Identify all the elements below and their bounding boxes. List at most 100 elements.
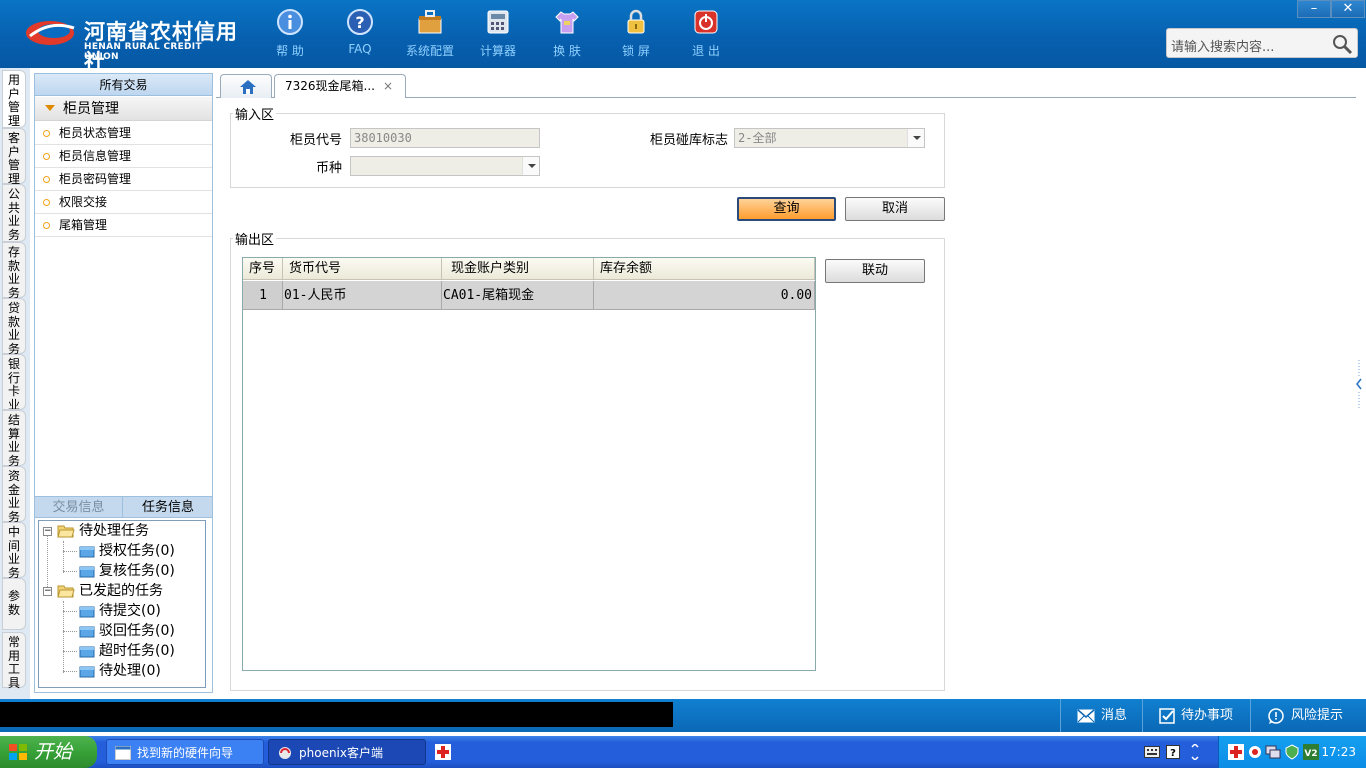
output-area-legend: 输出区 <box>235 233 275 248</box>
taskbar-item-hardware-wizard[interactable]: 找到新的硬件向导 <box>106 739 264 765</box>
teller-code-field[interactable]: 38010030 <box>350 128 540 148</box>
vtab-bank-card-business[interactable]: 银行卡业务 <box>2 354 26 410</box>
exit-button[interactable]: 退 出 <box>676 8 736 60</box>
messages-button[interactable]: 消息 <box>1060 699 1142 732</box>
tree-node-label: 待处理(0) <box>99 663 161 679</box>
vtab-parameters[interactable]: 参数 <box>2 578 26 630</box>
toolbox-icon <box>418 10 442 34</box>
table-cell-index[interactable]: 1 <box>243 281 283 310</box>
tree-node-to-process[interactable]: 待处理(0) <box>79 661 161 681</box>
skin-label: 换 肤 <box>553 44 581 58</box>
search-icon[interactable] <box>1331 33 1353 55</box>
app-icon <box>279 747 291 759</box>
v2-tray-icon[interactable]: V2 <box>1303 744 1319 760</box>
folder-open-icon <box>57 585 75 598</box>
red-cross-tray-icon[interactable] <box>1228 744 1244 760</box>
column-header-cash-account-type[interactable]: 现金账户类别 <box>442 258 594 280</box>
vault-flag-select[interactable]: 2-全部 <box>734 128 925 148</box>
tab-transaction-info[interactable]: 交易信息 <box>35 497 123 518</box>
tree-node-pending-tasks[interactable]: 待处理任务 <box>57 521 149 541</box>
taskbar-item-phoenix-client[interactable]: phoenix客户端 <box>268 739 426 765</box>
menu-group-teller-management[interactable]: 柜员管理 <box>35 97 212 121</box>
start-button[interactable]: 开始 <box>0 736 97 768</box>
tab-task-info[interactable]: 任务信息 <box>124 497 212 518</box>
start-label: 开始 <box>34 741 73 763</box>
home-icon <box>240 80 256 94</box>
tree-node-timeout-tasks[interactable]: 超时任务(0) <box>79 641 175 661</box>
home-tab[interactable] <box>220 74 272 98</box>
red-cross-icon <box>435 744 451 760</box>
lock-screen-button[interactable]: 锁 屏 <box>606 8 666 60</box>
faq-button[interactable]: ? FAQ <box>330 8 390 60</box>
results-grid: 序号 货币代号 现金账户类别 库存余额 1 01-人民币 CA01-尾箱现金 0… <box>242 257 816 671</box>
todo-button[interactable]: 待办事项 <box>1142 699 1250 732</box>
computer-tray-icon[interactable] <box>1265 744 1281 760</box>
security-tray-icon[interactable] <box>1285 744 1299 760</box>
help-tray-icon[interactable]: ? <box>1166 745 1180 759</box>
vtab-user-management[interactable]: 用户管理 <box>2 70 26 128</box>
collapse-toggle-initiated[interactable]: − <box>43 587 52 596</box>
vtab-customer-management[interactable]: 客户管理 <box>2 128 26 185</box>
table-cell-currency-code[interactable]: 01-人民币 <box>283 281 442 310</box>
column-header-stock-balance[interactable]: 库存余额 <box>594 258 815 280</box>
tab-cash-tail-box[interactable]: 7326现金尾箱... × <box>274 74 406 99</box>
vtab-common-tools[interactable]: 常用工具 <box>2 632 26 689</box>
column-header-currency-code[interactable]: 货币代号 <box>283 258 442 280</box>
minimize-button[interactable]: – <box>1297 0 1331 18</box>
table-cell-stock-balance[interactable]: 0.00 <box>594 281 815 310</box>
vtab-intermediary-business[interactable]: 中间业务 <box>2 522 26 579</box>
currency-select[interactable] <box>350 156 540 176</box>
exit-label: 退 出 <box>692 44 720 58</box>
faq-label: FAQ <box>348 42 372 56</box>
vtab-fund-business[interactable]: 资金业务 <box>2 466 26 523</box>
os-taskbar: 开始 找到新的硬件向导 phoenix客户端 ? V2 17:23 <box>0 736 1366 768</box>
folder-icon <box>79 566 95 577</box>
language-bar-icon[interactable] <box>1190 744 1200 760</box>
help-button[interactable]: 帮 助 <box>260 8 320 60</box>
tree-node-to-submit[interactable]: 待提交(0) <box>79 601 161 621</box>
system-config-button[interactable]: 系统配置 <box>400 8 460 60</box>
menu-item-permission-handover[interactable]: 权限交接 <box>35 191 212 214</box>
tree-node-initiated-tasks[interactable]: 已发起的任务 <box>57 581 163 601</box>
link-button[interactable]: 联动 <box>825 259 925 283</box>
vtab-deposit-business[interactable]: 存款业务 <box>2 242 26 299</box>
bullet-icon <box>43 222 50 229</box>
table-cell-cash-account-type[interactable]: CA01-尾箱现金 <box>442 281 594 310</box>
keyboard-icon[interactable] <box>1144 746 1160 758</box>
calculator-button[interactable]: 计算器 <box>468 8 528 60</box>
close-window-button[interactable]: ✕ <box>1331 0 1365 18</box>
menu-item-teller-password[interactable]: 柜员密码管理 <box>35 168 212 191</box>
close-tab-icon[interactable]: × <box>383 75 393 97</box>
network-tray-icon[interactable] <box>1247 744 1263 760</box>
risk-alert-button[interactable]: 风险提示 <box>1250 699 1366 732</box>
system-tray: V2 17:23 <box>1218 736 1366 768</box>
status-message-area <box>0 702 673 727</box>
menu-item-teller-status[interactable]: 柜员状态管理 <box>35 122 212 145</box>
cancel-button[interactable]: 取消 <box>845 197 945 221</box>
main-content: 输入区 柜员代号 38010030 柜员碰库标志 2-全部 币种 查询 取消 输… <box>216 98 1356 698</box>
folder-icon <box>79 646 95 657</box>
menu-item-teller-info[interactable]: 柜员信息管理 <box>35 145 212 168</box>
vtab-loan-business[interactable]: 贷款业务 <box>2 298 26 355</box>
vtab-public-business[interactable]: 公共业务 <box>2 184 26 242</box>
mail-icon <box>1077 708 1095 722</box>
search-input[interactable]: 请输入搜索内容... <box>1166 28 1358 58</box>
folder-icon <box>79 606 95 617</box>
chevron-down-icon[interactable] <box>522 157 539 175</box>
collapse-right-panel-icon[interactable] <box>1356 360 1362 408</box>
chevron-down-icon[interactable] <box>907 129 924 147</box>
vault-flag-label: 柜员碰库标志 <box>649 133 728 148</box>
svg-text:V2: V2 <box>1304 749 1317 759</box>
tree-node-authorization-tasks[interactable]: 授权任务(0) <box>79 541 175 561</box>
menu-item-tail-box[interactable]: 尾箱管理 <box>35 214 212 237</box>
tree-node-review-tasks[interactable]: 复核任务(0) <box>79 561 175 581</box>
vtab-settlement-business[interactable]: 结算业务 <box>2 410 26 467</box>
skin-button[interactable]: 换 肤 <box>537 8 597 60</box>
column-header-index[interactable]: 序号 <box>243 258 283 280</box>
menu-item-label: 权限交接 <box>59 195 108 209</box>
taskbar-quick-launch-icon[interactable] <box>430 739 456 765</box>
tree-node-rejected-tasks[interactable]: 驳回任务(0) <box>79 621 175 641</box>
search-placeholder: 请输入搜索内容... <box>1171 40 1275 55</box>
query-button[interactable]: 查询 <box>737 197 836 221</box>
collapse-toggle-pending[interactable]: − <box>43 527 52 536</box>
